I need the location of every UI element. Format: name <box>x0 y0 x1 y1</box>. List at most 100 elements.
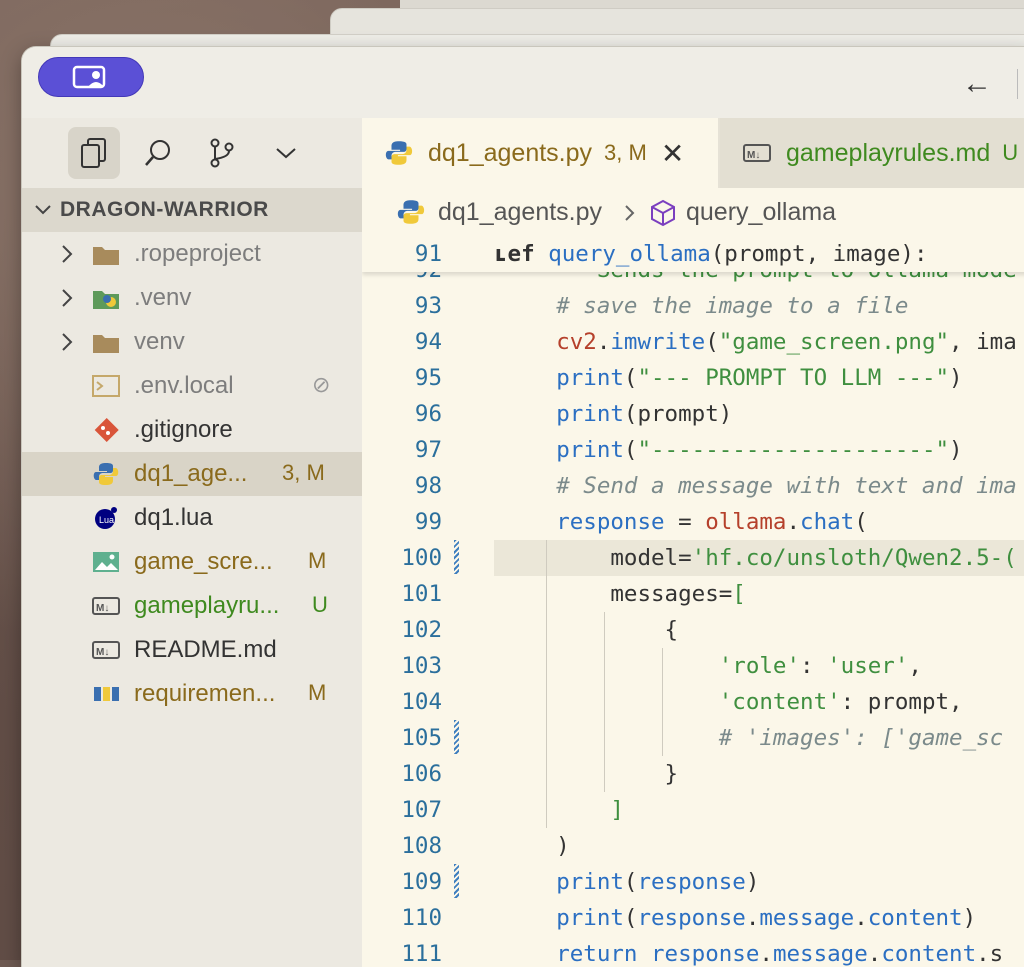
tree-item-gameplayrules[interactable]: M↓ gameplayru... U <box>22 584 362 628</box>
code-line[interactable]: 101 messages=[ <box>362 576 1024 612</box>
chevron-right-icon <box>625 205 635 221</box>
code-text: # 'images': ['game_sc <box>718 725 1004 751</box>
code-line[interactable]: 100 model='hf.co/unsloth/Qwen2.5-( <box>362 540 1024 576</box>
files-icon <box>81 138 106 168</box>
file-name: .ropeproject <box>134 240 261 267</box>
code-text: print(prompt) <box>556 401 733 427</box>
tree-item-venv-hidden[interactable]: .venv <box>22 276 362 320</box>
code-line[interactable]: 99 response = ollama.chat( <box>362 504 1024 540</box>
tab-dq1-agents[interactable]: dq1_agents.py 3, M ✕ <box>362 118 718 188</box>
image-icon <box>93 552 119 572</box>
code-text: messages=[ <box>502 581 746 607</box>
source-control-icon <box>210 138 234 168</box>
code-line[interactable]: 106 } <box>362 756 1024 792</box>
indent-guide <box>604 612 605 792</box>
sticky-scroll-line[interactable]: 91 ʟef query_ollama(prompt, image): <box>362 236 1024 272</box>
folder-icon <box>93 247 119 265</box>
breadcrumb-file[interactable]: dq1_agents.py <box>438 198 602 227</box>
lua-icon: Lua <box>95 507 117 529</box>
code-line[interactable]: 105 # 'images': ['game_sc <box>362 720 1024 756</box>
code-text: # Send a message with text and ima <box>556 473 1017 499</box>
python-icon <box>93 463 119 485</box>
code-text: 'role': 'user', <box>718 653 922 679</box>
file-name: .gitignore <box>134 416 233 443</box>
code-text: response = ollama.chat( <box>556 509 868 535</box>
line-number: 98 <box>414 473 442 499</box>
code-line[interactable]: 97 print("---------------------") <box>362 432 1024 468</box>
tree-item-venv[interactable]: venv <box>22 320 362 364</box>
code-text: print("---------------------") <box>556 437 963 463</box>
tree-item-game-screen[interactable]: game_scre... M <box>22 540 362 584</box>
tree-item-readme[interactable]: M↓ README.md <box>22 628 362 672</box>
git-modified-gutter-mark <box>454 540 459 574</box>
markdown-icon: M↓ <box>743 144 771 162</box>
code-text: print(response) <box>556 869 760 895</box>
code-line[interactable]: 110 print(response.message.content) <box>362 900 1024 936</box>
file-name: requiremen... <box>134 680 276 707</box>
tree-item-dq1-lua[interactable]: Lua dq1.lua <box>22 496 362 540</box>
code-line[interactable]: 95 print("--- PROMPT TO LLM ---") <box>362 360 1024 396</box>
file-name: .venv <box>134 284 192 311</box>
code-line[interactable]: 108 ) <box>362 828 1024 864</box>
line-number: 105 <box>401 725 442 751</box>
line-number: 104 <box>401 689 442 715</box>
line-number: 100 <box>401 545 442 571</box>
file-name: gameplayru... <box>134 592 280 619</box>
file-name: README.md <box>134 636 277 663</box>
tab-gameplayrules[interactable]: M↓ gameplayrules.md U <box>720 118 1024 188</box>
line-number: 102 <box>401 617 442 643</box>
indent-guide <box>662 648 663 756</box>
line-number: 108 <box>401 833 442 859</box>
explorer-button[interactable] <box>68 127 120 179</box>
tab-label: dq1_agents.py <box>428 138 593 167</box>
line-number: 93 <box>414 293 442 319</box>
tab-status: 3, M <box>604 140 647 165</box>
line-number: 109 <box>401 869 442 895</box>
line-number: 95 <box>414 365 442 391</box>
more-views-button[interactable] <box>260 127 312 179</box>
python-icon <box>385 141 413 165</box>
divider <box>1017 69 1018 99</box>
code-line[interactable]: 102 { <box>362 612 1024 648</box>
code-line[interactable]: 93 # save the image to a file <box>362 288 1024 324</box>
python-icon <box>397 200 425 224</box>
code-line[interactable]: 96 print(prompt) <box>362 396 1024 432</box>
code-line[interactable]: 98 # Send a message with text and ima <box>362 468 1024 504</box>
code-text: model='hf.co/unsloth/Qwen2.5-( <box>502 545 1017 571</box>
tab-label: gameplayrules.md <box>786 138 991 167</box>
chevron-down-icon <box>276 148 296 159</box>
line-number: 107 <box>401 797 442 823</box>
search-button[interactable] <box>132 127 184 179</box>
title-bar: ← <box>22 47 1024 118</box>
code-line[interactable]: 104 'content': prompt, <box>362 684 1024 720</box>
code-text: print("--- PROMPT TO LLM ---") <box>556 365 963 391</box>
code-text: cv2.imwrite("game_screen.png", ima <box>556 329 1017 355</box>
code-line[interactable]: 111 return response.message.content.s <box>362 936 1024 967</box>
line-number: 96 <box>414 401 442 427</box>
code-editor[interactable]: 91 ʟef query_ollama(prompt, image): 92 "… <box>362 236 1024 967</box>
code-text: ) <box>502 833 570 859</box>
symbol-method-icon <box>651 199 675 227</box>
back-arrow-icon[interactable]: ← <box>962 69 992 99</box>
breadcrumb-symbol[interactable]: query_ollama <box>686 198 836 227</box>
close-icon[interactable]: ✕ <box>661 137 684 170</box>
line-number: 99 <box>414 509 442 535</box>
code-text: return response.message.content.s <box>556 941 1004 967</box>
tree-item-gitignore[interactable]: .gitignore <box>22 408 362 452</box>
code-line: ʟef query_ollama(prompt, image): <box>494 241 928 267</box>
tree-item-dq1-agents[interactable]: dq1_age... 3, M <box>22 452 362 496</box>
tree-item-env-local[interactable]: .env.local ⊘ <box>22 364 362 408</box>
code-line[interactable]: 109 print(response) <box>362 864 1024 900</box>
tree-item-requirements[interactable]: requiremen... M <box>22 672 362 716</box>
code-text: ] <box>610 797 624 823</box>
line-number: 97 <box>414 437 442 463</box>
line-number: 110 <box>401 905 442 931</box>
screen-share-button[interactable] <box>38 57 144 97</box>
explorer-section-header[interactable]: DRAGON-WARRIOR <box>22 188 362 232</box>
tree-item-ropeproject[interactable]: .ropeproject <box>22 232 362 276</box>
code-line[interactable]: 103 'role': 'user', <box>362 648 1024 684</box>
code-line[interactable]: 94 cv2.imwrite("game_screen.png", ima <box>362 324 1024 360</box>
code-line[interactable]: 107 ] <box>362 792 1024 828</box>
markdown-icon: M↓ <box>92 597 120 615</box>
source-control-button[interactable] <box>196 127 248 179</box>
